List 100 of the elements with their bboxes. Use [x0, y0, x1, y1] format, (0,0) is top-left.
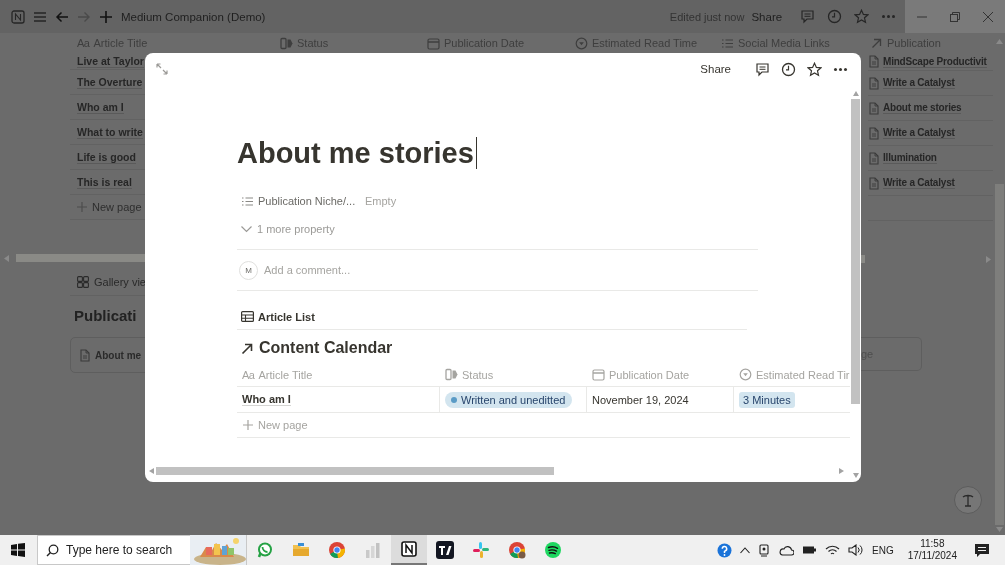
publication-link[interactable]: About me stories [883, 102, 962, 114]
property-value[interactable]: Empty [365, 195, 397, 207]
browser-icon [328, 541, 346, 559]
article-title-link[interactable]: Life is good [77, 150, 136, 164]
column-header[interactable]: Estimated Read Tir [734, 363, 850, 386]
column-header[interactable]: Publication Date [587, 363, 734, 386]
card-title: About me [95, 349, 142, 361]
tag-icon [280, 36, 293, 50]
publication-link[interactable]: Illumination [883, 152, 937, 164]
database-title[interactable]: Content Calendar [259, 339, 393, 357]
app-logo-icon[interactable] [11, 9, 25, 24]
share-button[interactable]: Share [751, 10, 783, 23]
arrow-up-right-icon [241, 341, 254, 355]
notification-icon[interactable] [974, 542, 990, 558]
battery-icon[interactable] [802, 545, 817, 555]
document-icon [868, 55, 880, 68]
chat-bubble-icon [256, 541, 274, 559]
music-app-icon [544, 541, 562, 559]
title-property-icon: Aa [242, 368, 255, 381]
article-title-link[interactable]: The Overture [77, 75, 143, 89]
document-icon [79, 348, 91, 362]
back-arrow-icon[interactable] [55, 9, 69, 24]
cloud-icon[interactable] [779, 543, 794, 557]
share-button[interactable]: Share [700, 63, 731, 75]
publication-link[interactable]: Write a Catalyst [883, 177, 955, 189]
article-title-link[interactable]: This is real [77, 175, 132, 189]
page-title[interactable]: About me stories [237, 136, 474, 170]
property-name[interactable]: Publication Niche/... [258, 195, 365, 207]
taskbar-app-button[interactable] [391, 535, 427, 565]
plus-icon[interactable] [99, 9, 113, 24]
dropdown-circle-icon [575, 36, 588, 50]
document-icon [868, 101, 880, 115]
restore-icon [950, 11, 961, 22]
plus-icon [77, 202, 87, 212]
bar-chart-icon [364, 541, 382, 559]
chevron-up-icon[interactable] [740, 546, 750, 554]
floating-action-button[interactable] [954, 486, 982, 514]
star-icon[interactable] [807, 61, 822, 77]
section-heading: Publicati [73, 306, 138, 326]
more-properties-toggle[interactable]: 1 more property [237, 215, 335, 243]
page-breadcrumb[interactable]: Medium Companion (Demo) [121, 10, 266, 23]
scroll-left-arrow-icon [149, 468, 154, 474]
plus-icon [243, 420, 253, 430]
menu-icon[interactable] [33, 9, 47, 24]
folder-icon [292, 541, 310, 559]
taskbar-search-field[interactable]: Type here to search [66, 540, 188, 560]
clock-time[interactable]: 11:58 [920, 538, 945, 550]
wifi-icon[interactable] [825, 544, 840, 556]
volume-icon[interactable] [848, 544, 863, 556]
scroll-down-arrow-icon [852, 473, 859, 478]
help-circle-icon[interactable] [717, 542, 732, 558]
chevron-down-icon [241, 225, 252, 233]
scrollbar-thumb[interactable] [851, 99, 860, 404]
column-header[interactable]: Aa Article Title [237, 363, 440, 386]
scrollbar-thumb[interactable] [156, 467, 554, 475]
list-icon [241, 194, 254, 208]
publication-link[interactable]: MindScape Productivit [883, 55, 987, 68]
table-icon [241, 311, 254, 322]
row-title-link[interactable]: Who am I [242, 393, 291, 406]
article-title-link[interactable]: Live at Taylor [77, 54, 144, 68]
clock-date[interactable]: 17/11/2024 [907, 550, 957, 562]
article-title-link[interactable]: Who am I [77, 100, 124, 114]
camera-icon[interactable] [758, 543, 771, 557]
scroll-up-arrow-icon [852, 91, 859, 96]
scroll-down-arrow-icon [995, 527, 1003, 533]
scrollbar-thumb[interactable] [994, 184, 1004, 525]
article-title-link[interactable]: What to write [77, 125, 143, 139]
calendar-icon [592, 368, 605, 381]
hash-icon [472, 541, 490, 559]
view-tab[interactable]: Gallery vie [94, 276, 145, 288]
dropdown-circle-icon [739, 368, 752, 381]
star-icon[interactable] [854, 9, 870, 24]
language-indicator[interactable]: ENG [872, 544, 894, 556]
scrollbar-thumb[interactable] [861, 255, 865, 263]
close-icon [983, 11, 994, 22]
document-icon [868, 76, 880, 90]
clock-icon[interactable] [781, 61, 796, 77]
taskbar-search-bar[interactable]: Type here to search [37, 535, 247, 565]
scroll-right-arrow-icon [985, 255, 991, 263]
document-icon [868, 151, 880, 165]
publication-link[interactable]: Write a Catalyst [883, 77, 955, 89]
view-tab[interactable]: Article List [258, 310, 315, 323]
arrow-up-right-icon [870, 36, 883, 50]
scrollbar-thumb[interactable] [16, 254, 145, 262]
table-cell: November 19, 2024 [587, 387, 734, 412]
new-page-button[interactable]: New page [237, 413, 850, 438]
gallery-grid-icon [77, 276, 89, 288]
document-icon [868, 176, 880, 190]
scroll-left-arrow-icon [4, 254, 10, 262]
text-cursor [475, 137, 478, 169]
cube-icon [400, 540, 418, 558]
tag-icon [445, 368, 458, 381]
column-header[interactable]: Status [440, 363, 587, 386]
expand-icon[interactable] [156, 63, 168, 75]
calendar-icon [427, 36, 440, 50]
comment-icon[interactable] [755, 61, 770, 77]
publication-link[interactable]: Write a Catalyst [883, 127, 955, 139]
read-time-tag: 3 Minutes [739, 391, 795, 408]
status-text: Written and uneditted [461, 393, 566, 406]
windows-logo-icon [10, 543, 25, 557]
